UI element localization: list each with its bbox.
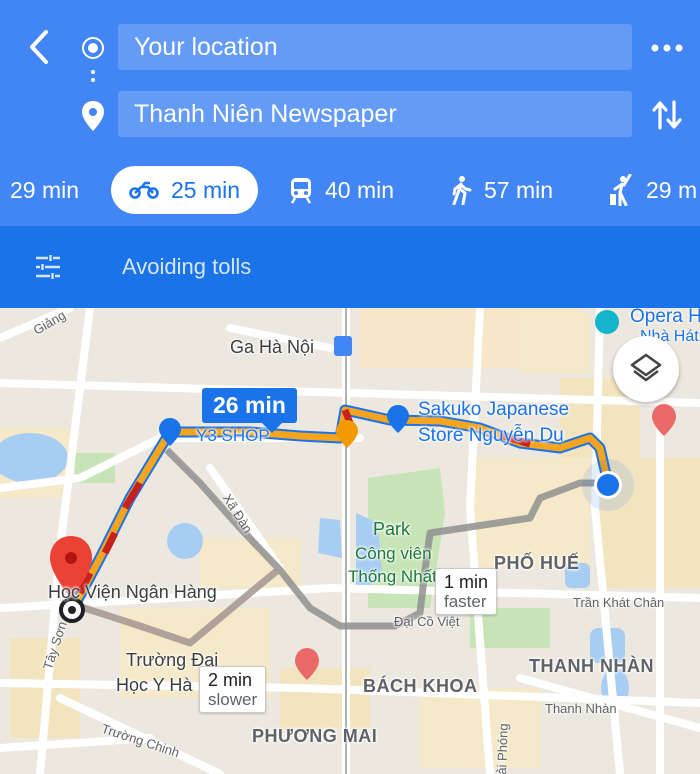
- map-label-sakuko-1: Sakuko Japanese: [418, 399, 570, 420]
- route-options-bar[interactable]: Avoiding tolls: [0, 226, 700, 308]
- map-label-cong-vien: Công viên: [355, 544, 432, 563]
- map-label-opera-1: Opera H: [630, 308, 700, 327]
- map-label-sakuko-2: Store Nguyễn Du: [418, 425, 564, 446]
- tab-drive[interactable]: 29 min: [10, 166, 79, 214]
- motorbike-icon: [129, 181, 159, 199]
- alt-slow-desc: slower: [208, 690, 258, 709]
- map-label-truong-dai-2: Học Y Hà: [116, 675, 193, 695]
- tab-walk[interactable]: 57 min: [450, 166, 553, 214]
- tune-icon[interactable]: [34, 254, 62, 280]
- alt-fast-time: 1 min: [444, 572, 489, 592]
- ride-hail-time: 29 m: [646, 177, 698, 203]
- back-arrow-icon[interactable]: [22, 28, 56, 68]
- route-time-badge[interactable]: 26 min: [202, 388, 297, 433]
- motorbike-time: 25 min: [171, 177, 241, 203]
- travel-mode-tabs: 29 min 25 min 40 min 57 min 29 m: [0, 163, 700, 217]
- more-horizontal-icon[interactable]: [648, 34, 688, 62]
- map-label-pho-hue: PHỐ HUẾ: [494, 553, 580, 573]
- map-label-hoc-vien: Học Viện Ngân Hàng: [48, 582, 217, 602]
- route-connector-dots: [91, 70, 96, 90]
- directions-header: Your location Thanh Niên Newspaper 29 mi…: [0, 0, 700, 226]
- map-label-phuong-mai: PHƯƠNG MAI: [252, 726, 378, 746]
- swap-vertical-icon[interactable]: [650, 96, 684, 134]
- map-label-ga-ha-noi: Ga Hà Nội: [230, 337, 315, 357]
- tab-ride-hail[interactable]: 29 m: [608, 166, 697, 214]
- destination-input[interactable]: Thanh Niên Newspaper: [118, 91, 632, 137]
- origin-marker-icon: [82, 37, 104, 59]
- map-label-thong-nhat: Thống Nhất: [348, 567, 437, 586]
- alt-fast-desc: faster: [444, 592, 487, 611]
- train-icon: [290, 178, 312, 204]
- avoiding-tolls-label: Avoiding tolls: [122, 254, 252, 279]
- map-label-thanh-nhan-area: THANH NHÀN: [529, 656, 654, 676]
- drive-time: 29 min: [10, 177, 80, 203]
- tab-transit[interactable]: 40 min: [289, 166, 394, 214]
- layers-button[interactable]: [613, 336, 679, 402]
- ride-hail-icon: [610, 174, 632, 206]
- alt-route-faster-callout[interactable]: 1 min faster: [435, 568, 498, 615]
- map-label-bach-khoa: BÁCH KHOA: [363, 676, 478, 696]
- origin-input[interactable]: Your location: [118, 24, 632, 70]
- alt-slow-time: 2 min: [208, 670, 253, 690]
- walk-icon: [452, 176, 472, 205]
- map-view[interactable]: Ga Hà Nội Opera H Nhà Hát Sakuko Japanes…: [0, 308, 700, 774]
- map-label-tran-khat-chan: Trần Khát Chân: [573, 595, 665, 610]
- alt-route-slower-callout[interactable]: 2 min slower: [199, 666, 267, 713]
- transit-time: 40 min: [325, 177, 395, 203]
- tab-motorbike[interactable]: 25 min: [111, 166, 259, 214]
- map-label-y3-shop: Y3 SHOP: [196, 426, 270, 445]
- map-label-dai-co-viet: Đại Cồ Việt: [394, 614, 460, 629]
- map-label-park: Park: [373, 519, 411, 539]
- destination-pin-icon: [80, 100, 106, 132]
- map-label-giai-phong: Giải Phóng: [493, 723, 511, 774]
- layers-icon: [630, 353, 662, 382]
- walk-time: 57 min: [484, 177, 554, 203]
- map-label-thanh-nhan-road: Thanh Nhàn: [545, 701, 617, 716]
